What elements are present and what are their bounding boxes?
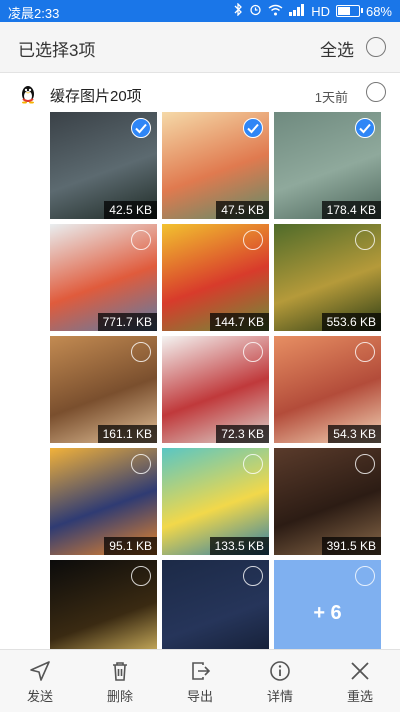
status-bar: 凌晨2:33 HD 68% (0, 0, 400, 22)
image-size-label: 553.6 KB (321, 313, 381, 331)
bottom-toolbar: 发送 删除 导出 详情 重选 (0, 649, 400, 712)
unchecked-checkbox[interactable] (355, 230, 375, 250)
image-tile[interactable]: 391.5 KB (274, 448, 381, 555)
send-label: 发送 (26, 689, 53, 704)
image-size-label: 144.7 KB (209, 313, 269, 331)
image-tile[interactable]: 771.7 KB (50, 224, 157, 331)
unchecked-checkbox[interactable] (243, 566, 263, 586)
bluetooth-icon (233, 2, 243, 19)
send-icon (30, 661, 50, 681)
send-button[interactable]: 发送 (0, 650, 80, 712)
unchecked-checkbox[interactable] (355, 454, 375, 474)
battery-icon (335, 5, 363, 17)
group-header: 缓存图片20项 1天前 (0, 74, 400, 112)
checked-checkbox[interactable] (355, 118, 375, 138)
unchecked-checkbox[interactable] (355, 566, 375, 586)
selection-header: 已选择3项 全选 (0, 22, 400, 73)
image-size-label: 133.5 KB (209, 537, 269, 555)
unchecked-checkbox[interactable] (131, 566, 151, 586)
details-label: 详情 (266, 689, 293, 704)
qq-penguin-icon (18, 84, 38, 104)
selection-count-title: 已选择3项 (18, 41, 96, 60)
image-tile[interactable]: 42.5 KB (50, 112, 157, 219)
image-tile[interactable]: 553.6 KB (274, 224, 381, 331)
trash-icon (113, 662, 127, 681)
reselect-button[interactable]: 重选 (320, 650, 400, 712)
network-type: HD (311, 3, 330, 19)
close-icon (351, 662, 369, 680)
image-tile[interactable]: 47.5 KB (162, 112, 269, 219)
wifi-icon (268, 4, 283, 19)
group-time: 1天前 (314, 90, 348, 105)
image-tile[interactable]: 144.7 KB (162, 224, 269, 331)
image-size-label: 391.5 KB (321, 537, 381, 555)
details-button[interactable]: 详情 (240, 650, 320, 712)
battery-percent: 68% (365, 3, 392, 19)
status-icons: HD 68% (233, 2, 392, 19)
battery-fill (337, 7, 350, 15)
unchecked-checkbox[interactable] (131, 230, 151, 250)
checked-checkbox[interactable] (243, 118, 263, 138)
select-all-label[interactable]: 全选 (320, 36, 354, 61)
unchecked-checkbox[interactable] (355, 342, 375, 362)
unchecked-checkbox[interactable] (131, 342, 151, 362)
unchecked-checkbox[interactable] (243, 454, 263, 474)
image-size-label: 42.5 KB (104, 201, 157, 219)
image-size-label: 771.7 KB (97, 313, 157, 331)
select-all-checkbox[interactable] (366, 37, 386, 57)
checked-checkbox[interactable] (131, 118, 151, 138)
group-label: 缓存图片20项 (50, 88, 142, 105)
image-size-label: 47.5 KB (216, 201, 269, 219)
info-icon (270, 661, 290, 681)
status-time: 凌晨2:33 (8, 6, 60, 21)
export-icon (192, 662, 211, 680)
unchecked-checkbox[interactable] (243, 342, 263, 362)
image-size-label: 72.3 KB (216, 425, 269, 443)
signal-icon (289, 3, 305, 19)
image-tile[interactable]: 72.3 KB (162, 336, 269, 443)
image-tile[interactable]: 178.4 KB (274, 112, 381, 219)
image-size-label: 95.1 KB (104, 537, 157, 555)
image-size-label: 161.1 KB (97, 425, 157, 443)
group-select-checkbox[interactable] (366, 82, 386, 102)
export-button[interactable]: 导出 (160, 650, 240, 712)
image-tile[interactable]: 161.1 KB (50, 336, 157, 443)
image-size-label: 54.3 KB (328, 425, 381, 443)
export-label: 导出 (186, 689, 213, 704)
alarm-icon (249, 3, 262, 19)
image-tile[interactable]: 54.3 KB (274, 336, 381, 443)
delete-label: 删除 (106, 689, 133, 704)
delete-button[interactable]: 删除 (80, 650, 160, 712)
unchecked-checkbox[interactable] (131, 454, 151, 474)
image-size-label: 178.4 KB (321, 201, 381, 219)
unchecked-checkbox[interactable] (243, 230, 263, 250)
reselect-label: 重选 (346, 689, 373, 704)
image-tile[interactable]: 95.1 KB (50, 448, 157, 555)
image-tile[interactable]: 133.5 KB (162, 448, 269, 555)
